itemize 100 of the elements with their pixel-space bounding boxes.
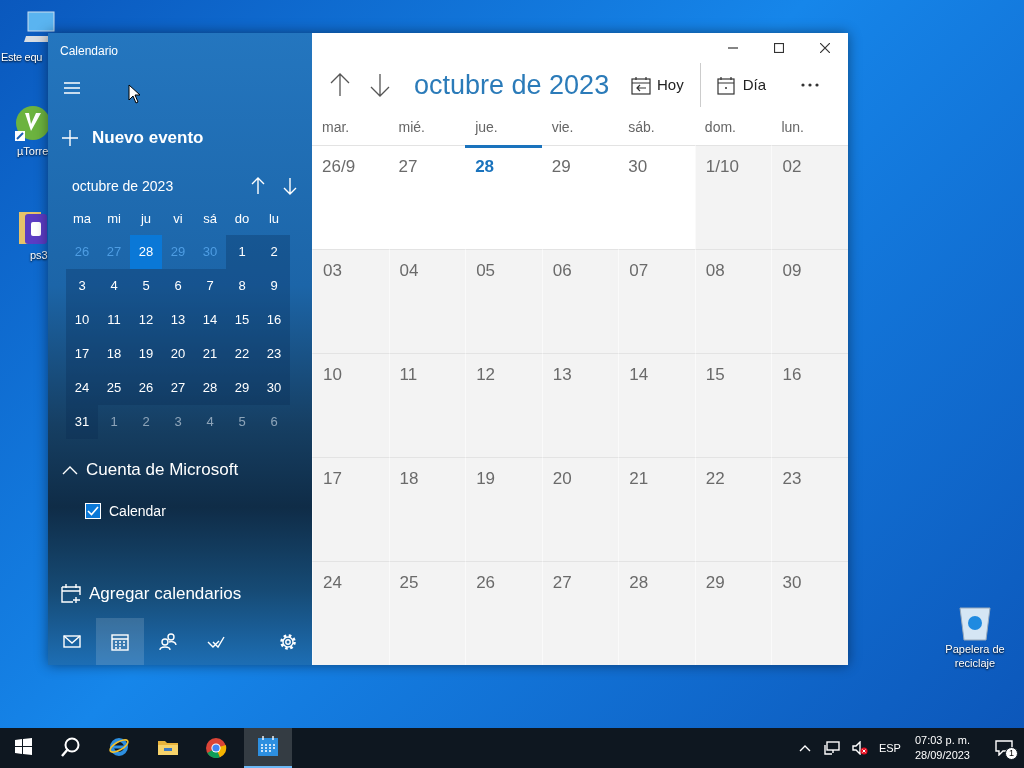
day-cell[interactable]: 07 — [618, 249, 695, 353]
date-button[interactable]: 26 — [130, 371, 162, 405]
day-cell[interactable]: 13 — [541, 353, 619, 457]
calendar-button[interactable] — [96, 618, 144, 665]
chevron-icon — [62, 464, 78, 475]
people-icon — [159, 632, 177, 651]
day-cell[interactable]: 26 — [465, 561, 542, 665]
up-arrow-icon — [251, 177, 265, 195]
day-cell[interactable]: 25 — [388, 561, 466, 665]
language-button[interactable]: ESP — [878, 739, 901, 757]
weekday-label: mar. — [321, 118, 351, 137]
clock-date[interactable]: 28/09/2023 — [914, 748, 970, 764]
day-cell[interactable]: 15 — [694, 353, 772, 457]
day-cell[interactable]: 12 — [465, 353, 542, 457]
day-cell[interactable]: 06 — [541, 249, 619, 353]
day-cell[interactable]: 22 — [694, 457, 772, 561]
date-button[interactable]: 11 — [98, 303, 130, 337]
desktop-icon-label[interactable]: ps3 — [30, 248, 48, 263]
day-cell[interactable]: 29 — [694, 561, 772, 665]
day-cell[interactable]: 27 — [541, 561, 619, 665]
day-cell[interactable]: 04 — [388, 249, 466, 353]
date-button[interactable]: 15 — [226, 303, 258, 337]
date-button[interactable]: 3 — [66, 269, 98, 303]
day-cell[interactable]: 03 — [312, 249, 389, 353]
date-button[interactable]: 8 — [226, 269, 258, 303]
month-title: octubre de 2023 — [414, 68, 611, 102]
calendar-icon — [257, 736, 279, 758]
date-button[interactable]: 3 — [162, 405, 194, 439]
day-cell[interactable]: 21 — [618, 457, 695, 561]
day-cell[interactable]: 10 — [312, 353, 389, 457]
weekday-label: vi — [172, 210, 184, 229]
day-cell[interactable]: 18 — [388, 457, 466, 561]
date-button[interactable]: 9 — [258, 269, 290, 303]
date-button[interactable]: 20 — [162, 337, 194, 371]
date-button[interactable]: 4 — [98, 269, 130, 303]
date-button[interactable]: 10 — [66, 303, 98, 337]
account-header[interactable]: Cuenta de Microsoft — [48, 439, 312, 483]
date-button[interactable]: 18 — [98, 337, 130, 371]
date-button[interactable]: 2 — [130, 405, 162, 439]
mouse-cursor-icon — [128, 84, 142, 104]
date-button[interactable]: 13 — [162, 303, 194, 337]
date-button[interactable]: 22 — [226, 337, 258, 371]
settings-icon — [279, 632, 297, 651]
desktop-icon-label[interactable]: Papelera de reciclaje — [937, 642, 1013, 671]
menu-icon — [63, 81, 81, 95]
date-button[interactable]: 25 — [98, 371, 130, 405]
down-arrow-icon — [370, 73, 390, 97]
day-cell[interactable]: 02 — [771, 145, 848, 249]
plus-icon — [62, 130, 78, 146]
new-event-button[interactable]: Nuevo evento — [48, 113, 312, 163]
day-cell[interactable]: 17 — [312, 457, 389, 561]
date-button[interactable]: 14 — [194, 303, 226, 337]
date-button[interactable]: 17 — [66, 337, 98, 371]
calendar-app-button[interactable] — [244, 728, 292, 768]
date-button[interactable]: 23 — [258, 337, 290, 371]
notification-icon — [995, 740, 1013, 756]
clock-time[interactable]: 07:03 p. m. — [914, 732, 970, 748]
desktop-icon-label[interactable]: Este equ — [1, 50, 43, 65]
network-icon — [823, 741, 840, 755]
date-button[interactable]: 28 — [130, 235, 162, 269]
day-cell[interactable]: 09 — [771, 249, 848, 353]
window-title: Calendario — [59, 43, 120, 60]
date-button[interactable]: 1 — [226, 235, 258, 269]
desktop-icon-label[interactable]: µTorre — [17, 144, 49, 159]
day-cell[interactable]: 1/10 — [694, 145, 772, 249]
day-cell[interactable]: 19 — [465, 457, 542, 561]
date-button[interactable]: 4 — [194, 405, 226, 439]
today-button[interactable]: Hoy — [620, 67, 694, 103]
day-cell[interactable]: 14 — [618, 353, 695, 457]
date-button[interactable]: 2 — [258, 235, 290, 269]
checkbox[interactable] — [85, 503, 101, 519]
day-cell[interactable]: 16 — [771, 353, 848, 457]
date-button[interactable]: 28 — [194, 371, 226, 405]
day-cell[interactable]: 28 — [618, 561, 695, 665]
day-cell[interactable]: 08 — [694, 249, 772, 353]
date-button[interactable]: 21 — [194, 337, 226, 371]
date-button[interactable]: 1 — [98, 405, 130, 439]
day-view-button[interactable]: Día — [706, 67, 776, 103]
date-button[interactable]: 5 — [130, 269, 162, 303]
date-button[interactable]: 29 — [226, 371, 258, 405]
day-cell[interactable]: 20 — [541, 457, 619, 561]
day-cell[interactable]: 11 — [388, 353, 466, 457]
weekday-label: dom. — [703, 118, 737, 137]
add-calendars-button[interactable]: Agregar calendarios — [48, 580, 312, 618]
date-button[interactable]: 31 — [66, 405, 98, 439]
date-button[interactable]: 7 — [194, 269, 226, 303]
date-button[interactable]: 6 — [162, 269, 194, 303]
date-button[interactable]: 19 — [130, 337, 162, 371]
day-cell[interactable]: 05 — [465, 249, 542, 353]
date-button[interactable]: 16 — [258, 303, 290, 337]
weekday-label: lun. — [780, 118, 805, 137]
day-cell[interactable]: 30 — [771, 561, 848, 665]
date-button[interactable]: 27 — [162, 371, 194, 405]
date-button[interactable]: 30 — [258, 371, 290, 405]
date-button[interactable]: 6 — [258, 405, 290, 439]
day-cell[interactable]: 24 — [312, 561, 389, 665]
date-button[interactable]: 12 — [130, 303, 162, 337]
date-button[interactable]: 5 — [226, 405, 258, 439]
date-button[interactable]: 24 — [66, 371, 98, 405]
day-cell[interactable]: 23 — [771, 457, 848, 561]
